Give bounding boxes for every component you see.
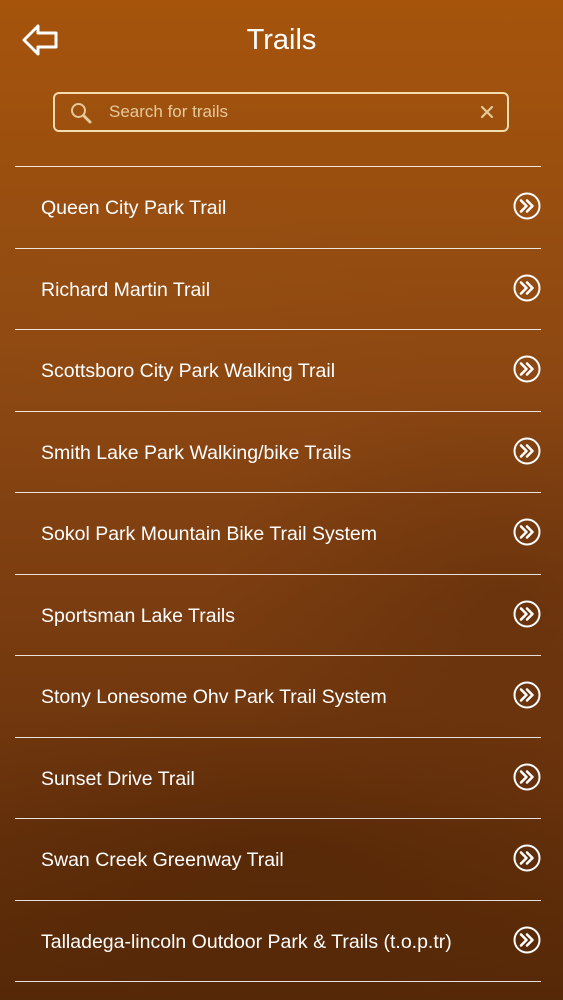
trail-name: Sunset Drive Trail [41, 767, 195, 790]
trail-list-item[interactable]: Sunset Drive Trail [15, 738, 541, 819]
double-chevron-right-icon[interactable] [513, 844, 541, 872]
double-chevron-right-icon[interactable] [513, 437, 541, 465]
double-chevron-right-icon[interactable] [513, 600, 541, 628]
double-chevron-right-icon[interactable] [513, 355, 541, 383]
trail-list-item[interactable]: Scottsboro City Park Walking Trail [15, 330, 541, 412]
trail-name: Stony Lonesome Ohv Park Trail System [41, 686, 387, 708]
page-title: Trails [246, 24, 317, 56]
trail-list-item[interactable]: Richard Martin Trail [15, 249, 541, 330]
trail-list-item[interactable]: Stony Lonesome Ohv Park Trail System [15, 656, 541, 738]
double-chevron-right-icon[interactable] [513, 926, 541, 954]
double-chevron-right-icon[interactable] [513, 763, 541, 791]
trail-name: Swan Creek Greenway Trail [41, 849, 284, 871]
clear-icon[interactable] [477, 102, 497, 122]
double-chevron-right-icon[interactable] [513, 192, 541, 220]
search-bar[interactable] [53, 92, 509, 132]
double-chevron-right-icon[interactable] [513, 274, 541, 302]
trail-name: Sokol Park Mountain Bike Trail System [41, 523, 377, 545]
search-input[interactable] [109, 94, 469, 130]
trail-list-item[interactable]: Sportsman Lake Trails [15, 575, 541, 656]
trail-list: Queen City Park Trail Richard Martin Tra… [15, 166, 541, 982]
double-chevron-right-icon[interactable] [513, 518, 541, 546]
trail-name: Sportsman Lake Trails [41, 604, 236, 627]
trail-name: Queen City Park Trail [41, 197, 227, 219]
trail-list-item[interactable]: Sokol Park Mountain Bike Trail System [15, 493, 541, 575]
trail-name: Talladega-lincoln Outdoor Park & Trails … [41, 930, 452, 953]
double-chevron-right-icon[interactable] [513, 681, 541, 709]
trail-list-item[interactable]: Swan Creek Greenway Trail [15, 819, 541, 901]
trail-list-item[interactable]: Queen City Park Trail [15, 167, 541, 249]
trail-name: Smith Lake Park Walking/bike Trails [41, 441, 352, 464]
trail-list-item[interactable]: Talladega-lincoln Outdoor Park & Trails … [15, 901, 541, 982]
trail-name: Scottsboro City Park Walking Trail [41, 360, 336, 382]
header-bar: Trails [0, 0, 563, 80]
search-icon [71, 103, 92, 124]
trail-list-item[interactable]: Smith Lake Park Walking/bike Trails [15, 412, 541, 493]
trail-name: Richard Martin Trail [41, 278, 211, 301]
